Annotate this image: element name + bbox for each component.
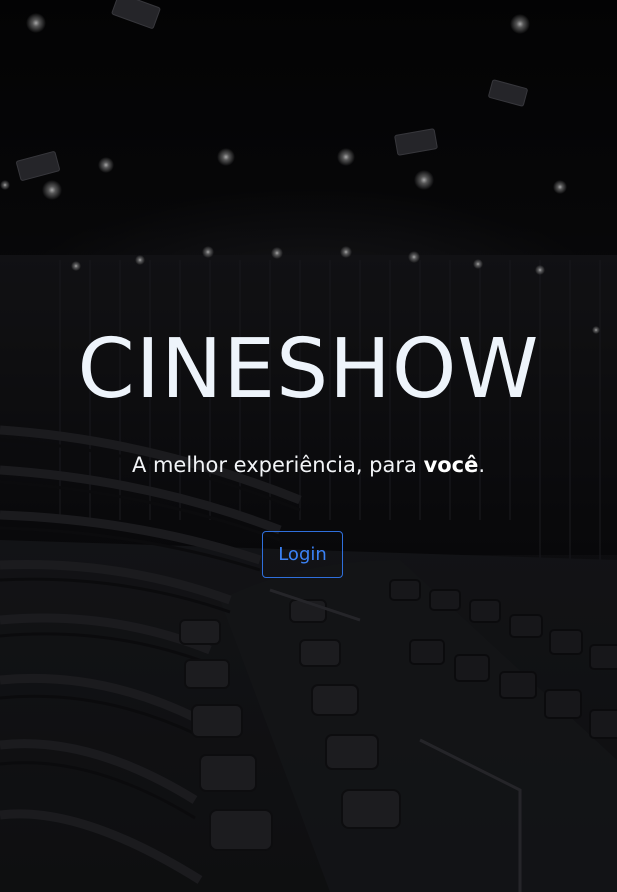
- tagline-suffix: .: [478, 453, 486, 477]
- tagline-emphasis: você: [423, 453, 479, 477]
- hero-content: CINESHOW A melhor experiência, para você…: [0, 0, 617, 892]
- site-title: CINESHOW: [77, 322, 540, 417]
- hero-section: CINESHOW A melhor experiência, para você…: [0, 0, 617, 892]
- login-button[interactable]: Login: [262, 531, 343, 578]
- tagline-prefix: A melhor experiência, para: [131, 453, 424, 477]
- tagline: A melhor experiência, para você.: [0, 450, 617, 480]
